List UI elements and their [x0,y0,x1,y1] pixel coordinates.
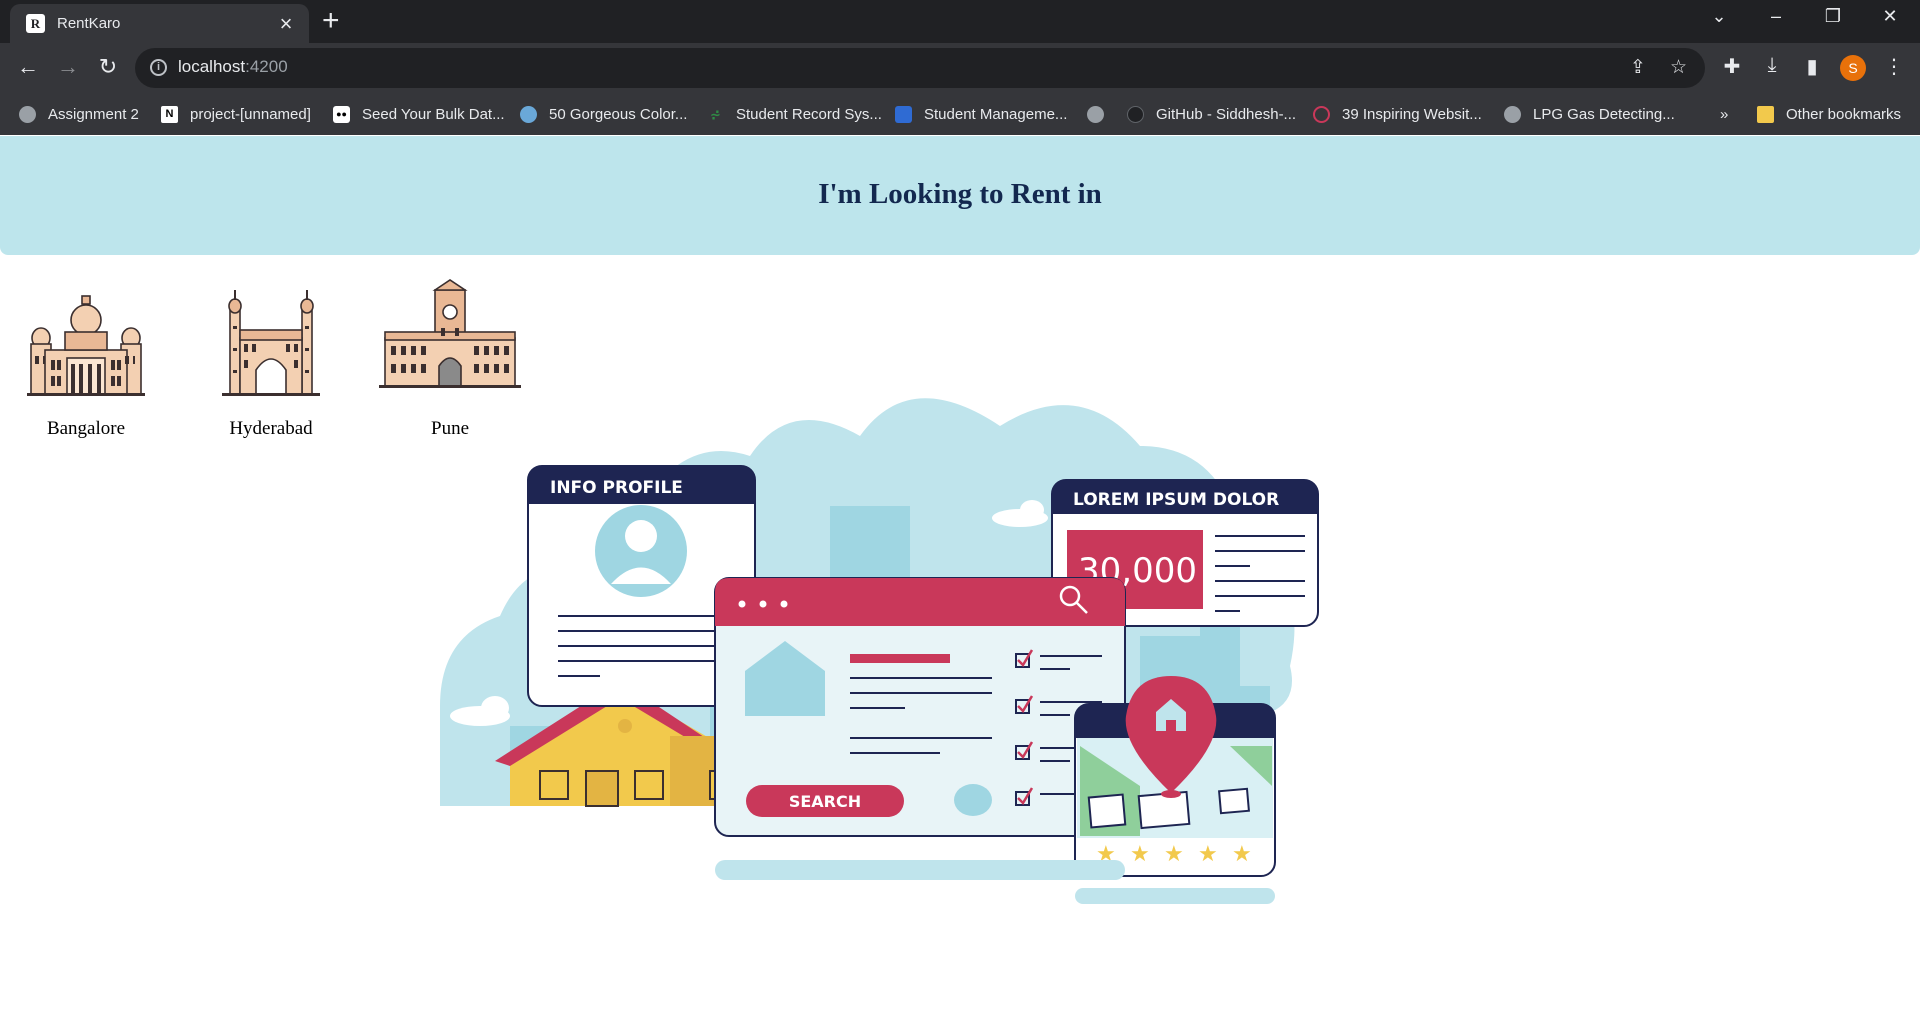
bookmarks-bar: Assignment 2 Nproject-[unnamed] ●● Seed Y… [0,93,1920,135]
tab-search-icon[interactable]: ⌄ [1699,6,1739,27]
extensions-icon[interactable]: ✚ [1718,54,1746,79]
bookmark-label: Student Manageme... [924,105,1068,123]
browser-tab-strip: R RentKaro × + ⌄ – ❐ ✕ [0,0,1920,43]
menu-icon[interactable]: ⋮ [1880,54,1908,79]
back-icon[interactable]: ← [14,55,42,79]
bookmark-item[interactable]: Assignment 2 [19,103,139,125]
other-bookmarks[interactable]: Other bookmarks [1757,103,1901,125]
rental-search-illustration: INFO PROFILE LOREM IPSUM DOLOR 30,000 $ [440,398,1412,904]
clock-tower-icon [379,279,521,388]
svg-text:★: ★ [1232,842,1252,867]
notion-icon: N [161,105,178,123]
site-icon [1313,105,1330,123]
tab-title: RentKaro [57,15,121,32]
bookmark-item[interactable]: Student Manageme... [895,103,1067,125]
palette-icon [520,105,537,123]
folder-icon [1757,105,1774,123]
page-title: I'm Looking to Rent in [818,178,1102,210]
city-card-bangalore[interactable]: Bangalore [6,286,166,440]
city-name: Hyderabad [229,418,313,439]
bookmark-label: LPG Gas Detecting... [1533,105,1675,123]
search-button-label: SEARCH [789,792,861,811]
vidhana-soudha-icon [27,295,145,396]
bookmark-label: GitHub - Siddhesh-... [1156,105,1297,123]
hero-banner: I'm Looking to Rent in [0,136,1920,255]
url-text: localhost:4200 [178,57,288,77]
bookmark-item[interactable]: ●● Seed Your Bulk Dat... [333,103,505,125]
globe-icon [1504,105,1521,123]
url-host: localhost [178,57,246,76]
bookmark-item[interactable] [1087,103,1104,125]
globe-icon [19,105,36,123]
github-icon [1127,105,1144,123]
city-name: Bangalore [46,418,126,439]
bookmark-label: Student Record Sys... [736,105,882,123]
bookmarks-overflow-button[interactable]: » [1720,103,1728,125]
bookmark-star-icon[interactable]: ☆ [1670,56,1687,79]
share-icon[interactable]: ⇪ [1630,56,1646,79]
site-info-icon[interactable]: i [150,59,167,76]
medium-icon: ●● [333,105,350,123]
bookmark-item[interactable]: 39 Inspiring Websit... [1313,103,1482,125]
bookmark-item[interactable]: 50 Gorgeous Color... [520,103,687,125]
map-card: ★ ★ ★ ★ ★ [1074,676,1276,877]
bookmark-label: Other bookmarks [1786,105,1902,123]
close-tab-icon[interactable]: × [275,12,297,35]
bookmark-label: 50 Gorgeous Color... [549,105,688,123]
bookmark-label: Seed Your Bulk Dat... [362,105,505,123]
bookmark-item[interactable]: ⩫ Student Record Sys... [707,103,882,125]
browser-toolbar: ← → ↻ i localhost:4200 ⇪ ☆ ✚ ⤓ ▮ S ⋮ [0,43,1920,93]
globe-icon [1087,105,1104,123]
reload-icon[interactable]: ↻ [94,55,122,79]
svg-text:★: ★ [1130,842,1150,867]
side-panel-icon[interactable]: ▮ [1798,54,1826,79]
info-card-title: INFO PROFILE [550,478,683,498]
tab-favicon: R [26,14,45,33]
card-shadow [1075,888,1275,904]
bookmark-item[interactable]: LPG Gas Detecting... [1504,103,1675,125]
svg-text:★: ★ [1164,842,1184,867]
forward-icon[interactable]: → [54,55,82,79]
bookmark-label: Assignment 2 [48,105,139,123]
grid-icon [895,105,912,123]
close-window-icon[interactable]: ✕ [1870,6,1910,27]
svg-text:★: ★ [1198,842,1218,867]
bookmark-item[interactable]: Nproject-[unnamed] [161,103,311,125]
profile-avatar[interactable]: S [1840,55,1866,81]
card-shadow [715,860,1125,880]
minimize-icon[interactable]: – [1756,6,1796,27]
address-bar[interactable]: i localhost:4200 ⇪ ☆ [135,48,1705,88]
page-content: I'm Looking to Rent in Bangalore Hyderab… [0,136,1920,1020]
browser-tab[interactable]: R RentKaro × [10,4,309,43]
restore-icon[interactable]: ❐ [1813,6,1853,27]
url-port: :4200 [245,57,288,76]
bookmark-item[interactable]: GitHub - Siddhesh-... [1127,103,1296,125]
search-window-card: SEARCH [714,577,1126,837]
price-card-title: LOREM IPSUM DOLOR [1073,490,1279,510]
charminar-icon [222,290,320,396]
download-icon[interactable]: ⤓ [1758,54,1786,77]
bookmark-label: project-[unnamed] [190,105,311,123]
gfg-icon: ⩫ [710,106,721,122]
bookmark-label: 39 Inspiring Websit... [1342,105,1482,123]
new-tab-icon[interactable]: + [322,6,340,36]
city-card-hyderabad[interactable]: Hyderabad [191,286,351,440]
